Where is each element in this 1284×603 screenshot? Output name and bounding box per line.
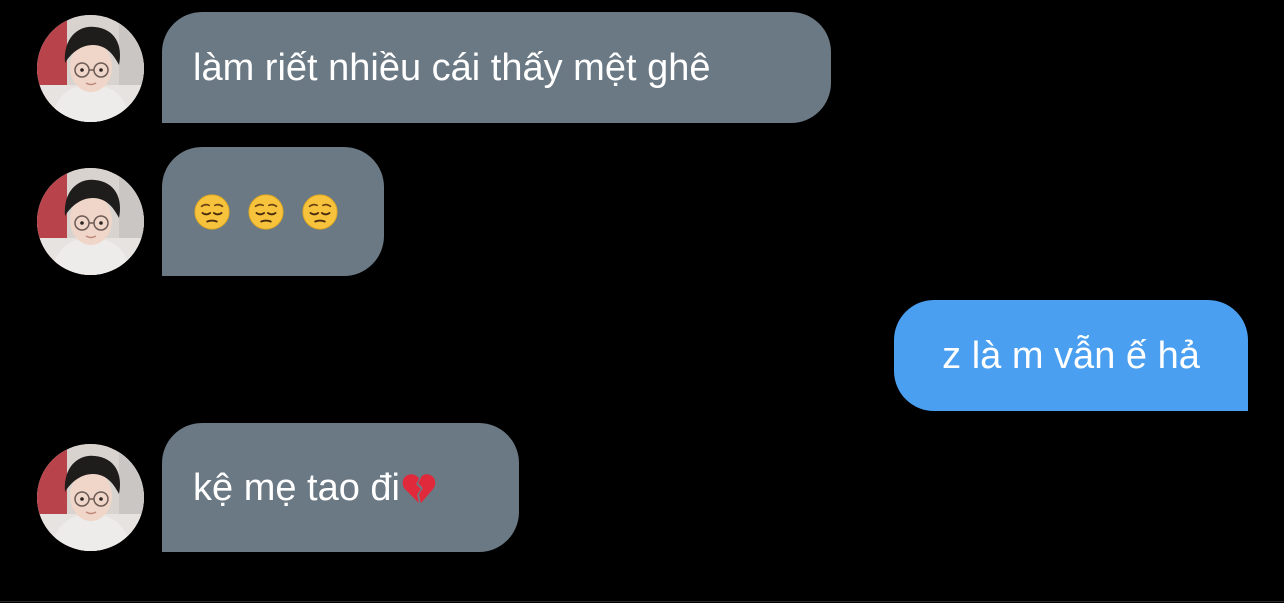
- chat-thread: làm riết nhiều cái thấy mệt ghê z là m v…: [0, 0, 1284, 603]
- incoming-message-bubble[interactable]: kệ mẹ tao đi: [162, 423, 519, 552]
- message-text: z là m vẫn ế hả: [942, 334, 1200, 377]
- profile-photo-icon: [37, 444, 144, 551]
- pensive-face-icon: [301, 193, 339, 231]
- incoming-message-bubble[interactable]: [162, 147, 384, 276]
- profile-photo-icon: [37, 168, 144, 275]
- profile-photo-icon: [37, 15, 144, 122]
- incoming-message-bubble[interactable]: làm riết nhiều cái thấy mệt ghê: [162, 12, 831, 123]
- pensive-face-icon: [193, 193, 231, 231]
- avatar[interactable]: [37, 444, 144, 551]
- outgoing-message-bubble[interactable]: z là m vẫn ế hả: [894, 300, 1248, 411]
- message-text: kệ mẹ tao đi: [193, 466, 400, 509]
- divider: [0, 601, 1284, 602]
- broken-heart-icon: [400, 469, 438, 507]
- avatar[interactable]: [37, 168, 144, 275]
- message-text: làm riết nhiều cái thấy mệt ghê: [193, 46, 711, 89]
- avatar[interactable]: [37, 15, 144, 122]
- emoji-row: [193, 193, 339, 231]
- pensive-face-icon: [247, 193, 285, 231]
